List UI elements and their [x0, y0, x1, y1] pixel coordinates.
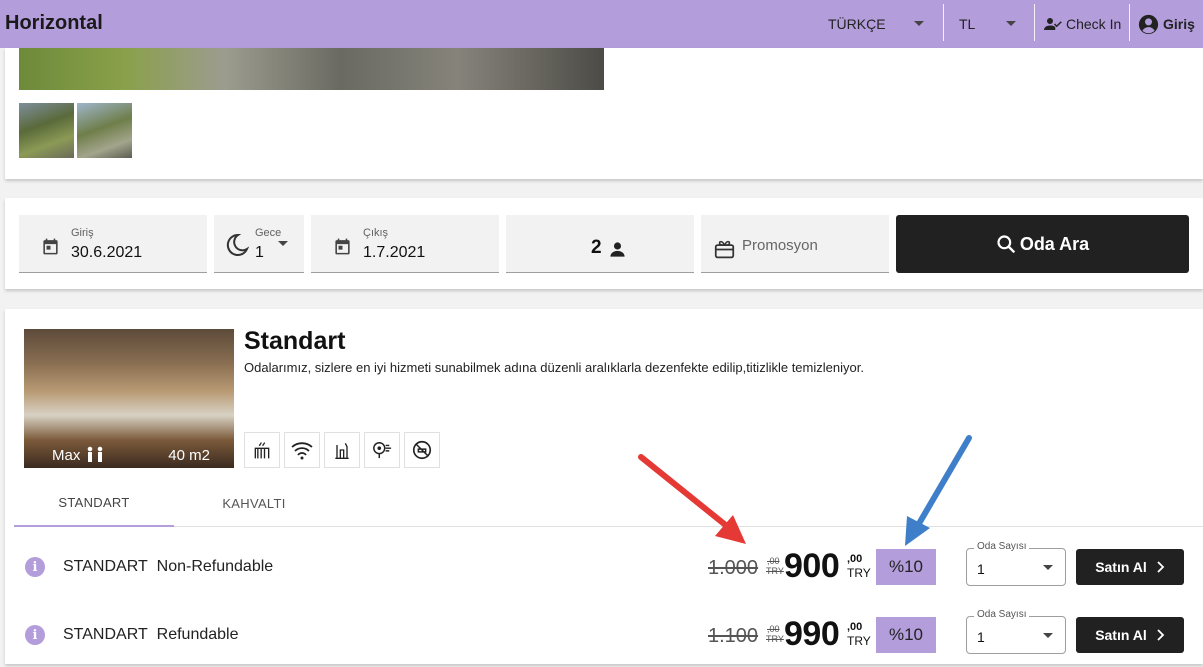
user-check-icon — [1044, 18, 1062, 30]
rate-type: Refundable — [156, 626, 239, 643]
old-price-currency: TRY — [766, 566, 784, 576]
tab-standart[interactable]: STANDART — [14, 479, 174, 527]
login-label: Giriş — [1163, 16, 1195, 32]
room-size: 40 m2 — [168, 447, 210, 464]
hairdryer-icon[interactable] — [364, 432, 400, 468]
brand-title[interactable]: Horizontal — [5, 12, 103, 35]
heater-icon[interactable] — [244, 432, 280, 468]
discount-badge: %10 — [876, 617, 936, 653]
rate-row: i STANDART Non-Refundable 1.000 ,00 TRY … — [5, 537, 1203, 597]
room-count-value: 1 — [977, 629, 985, 645]
checkin-label: Giriş — [71, 227, 94, 239]
rate-name: STANDART Refundable — [63, 626, 238, 644]
promo-placeholder: Promosyon — [742, 237, 818, 254]
price-cents: ,00 — [847, 553, 863, 565]
nights-value: 1 — [255, 244, 264, 261]
gallery-thumbnail[interactable] — [19, 103, 74, 158]
max-occupancy: Max — [52, 446, 107, 464]
gallery-card — [5, 48, 1203, 179]
price-cents: ,00 — [847, 621, 863, 633]
promo-field[interactable]: Promosyon — [701, 215, 889, 273]
moon-icon — [226, 233, 250, 256]
top-app-bar: Horizontal TÜRKÇE TL Check In Giriş — [0, 0, 1203, 48]
currency-select[interactable]: TL — [944, 0, 1034, 48]
gallery-thumbnail[interactable] — [77, 103, 132, 158]
guests-field[interactable]: 2 — [506, 215, 694, 273]
chevron-down-icon — [278, 241, 288, 246]
chevron-down-icon — [1006, 21, 1016, 26]
check-in-button[interactable]: Check In — [1044, 0, 1121, 48]
tab-kahvalti[interactable]: KAHVALTI — [174, 479, 334, 527]
old-price-cents: ,00 — [767, 624, 780, 634]
room-count-label: Oda Sayısı — [974, 609, 1030, 620]
calendar-icon — [335, 238, 350, 255]
chevron-right-icon — [1157, 629, 1165, 641]
rate-tabs: STANDART KAHVALTI — [14, 479, 1203, 527]
checkin-value: 30.6.2021 — [71, 244, 143, 261]
nights-label: Gece — [255, 227, 282, 239]
guests-value: 2 — [591, 237, 602, 258]
gift-card-icon — [714, 240, 735, 259]
checkout-value: 1.7.2021 — [363, 244, 426, 261]
max-label: Max — [52, 447, 81, 464]
calendar-icon — [43, 238, 58, 255]
old-price: 1.000 — [708, 557, 759, 579]
currency-value: TL — [959, 16, 976, 32]
checkin-date-field[interactable]: Giriş 30.6.2021 — [19, 215, 207, 273]
chevron-down-icon — [1043, 565, 1053, 570]
room-count-value: 1 — [977, 561, 985, 577]
language-select[interactable]: TÜRKÇE — [812, 0, 942, 48]
search-button-label: Oda Ara — [1019, 233, 1090, 254]
price-currency: TRY — [847, 634, 871, 648]
chevron-down-icon — [1043, 633, 1053, 638]
wifi-icon[interactable] — [284, 432, 320, 468]
rate-board: STANDART — [63, 558, 148, 575]
rate-type: Non-Refundable — [156, 558, 274, 575]
room-count-select[interactable]: Oda Sayısı 1 — [966, 541, 1066, 586]
search-card: Giriş 30.6.2021 Gece 1 Çıkış 1.7.2021 2 … — [5, 198, 1203, 289]
buy-button[interactable]: Satın Al — [1076, 549, 1184, 585]
info-icon[interactable]: i — [25, 625, 45, 645]
checkout-label: Çıkış — [363, 227, 389, 239]
people-icon — [87, 446, 102, 462]
buy-button[interactable]: Satın Al — [1076, 617, 1184, 653]
buy-label: Satın Al — [1095, 559, 1147, 575]
minibar-icon[interactable] — [324, 432, 360, 468]
search-rooms-button[interactable]: Oda Ara — [896, 215, 1189, 273]
chevron-down-icon — [914, 21, 924, 26]
rate-name: STANDART Non-Refundable — [63, 558, 273, 576]
room-photo[interactable]: Max 40 m2 — [24, 329, 234, 468]
nights-select[interactable]: Gece 1 — [214, 215, 304, 273]
room-count-label: Oda Sayısı — [974, 541, 1030, 552]
room-title: Standart — [244, 327, 346, 355]
info-icon[interactable]: i — [25, 557, 45, 577]
old-price: 1.100 — [708, 625, 759, 647]
account-circle-icon — [1138, 14, 1159, 34]
price: 990 — [784, 615, 840, 653]
discount-badge: %10 — [876, 549, 936, 585]
chevron-right-icon — [1157, 561, 1165, 573]
price: 900 — [784, 547, 840, 585]
old-price-cents: ,00 — [767, 556, 780, 566]
rate-row: i STANDART Refundable 1.100 ,00 TRY 990 … — [5, 605, 1203, 665]
checkout-date-field[interactable]: Çıkış 1.7.2021 — [311, 215, 499, 273]
room-count-select[interactable]: Oda Sayısı 1 — [966, 609, 1066, 654]
no-smoking-icon[interactable] — [404, 432, 440, 468]
room-description: Odalarımız, sizlere en iyi hizmeti sunab… — [244, 360, 864, 375]
price-currency: TRY — [847, 566, 871, 580]
person-icon — [610, 242, 625, 257]
divider — [1129, 4, 1130, 41]
login-button[interactable]: Giriş — [1138, 0, 1195, 48]
buy-label: Satın Al — [1095, 627, 1147, 643]
amenities-list — [244, 432, 440, 468]
old-price-currency: TRY — [766, 634, 784, 644]
hero-image[interactable] — [19, 48, 604, 90]
room-card: Max 40 m2 Standart Odalarımız, sizlere e… — [5, 309, 1203, 664]
divider — [1034, 4, 1035, 41]
search-icon — [997, 235, 1015, 254]
language-value: TÜRKÇE — [828, 16, 886, 32]
check-in-label: Check In — [1066, 16, 1122, 32]
rate-board: STANDART — [63, 626, 148, 643]
